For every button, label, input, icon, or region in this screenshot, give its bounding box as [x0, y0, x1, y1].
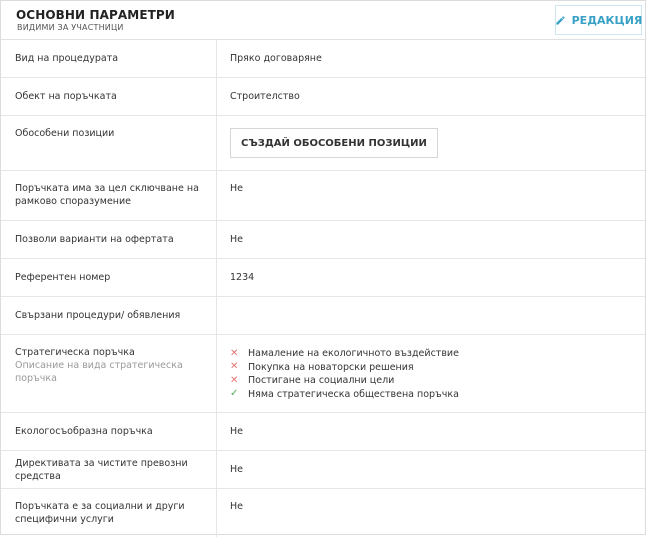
list-item-text: Покупка на новаторски решения [248, 361, 414, 373]
row-label: Директивата за чистите превозни средства [1, 451, 217, 488]
row-label: Стратегическа поръчка Описание на вида с… [1, 335, 217, 412]
strategic-list: ✕ Намаление на екологичното въздействие … [230, 347, 632, 401]
row-value: Не [230, 501, 243, 512]
row-reference: Референтен номер 1234 [1, 259, 645, 297]
cross-icon: ✕ [230, 347, 239, 359]
row-label: Позволи варианти на офертата [1, 221, 217, 258]
row-framework: Поръчката има за цел сключване на рамков… [1, 171, 645, 221]
row-value: СЪЗДАЙ ОБОСОБЕНИ ПОЗИЦИИ [217, 116, 645, 170]
row-label: Вид на процедурата [1, 40, 217, 77]
list-item-text: Постигане на социални цели [248, 375, 395, 387]
row-label: Референтен номер [1, 259, 217, 296]
row-separate-positions: Обособени позиции СЪЗДАЙ ОБОСОБЕНИ ПОЗИЦ… [1, 116, 645, 171]
row-subject: Обект на поръчката Строителство [1, 78, 645, 116]
row-value: Пряко договаряне [230, 53, 322, 64]
row-social: Поръчката е за социални и други специфич… [1, 489, 645, 537]
row-label: Свързани процедури/ обявления [1, 297, 217, 334]
row-value: Не [230, 464, 243, 475]
row-procedure-type: Вид на процедурата Пряко договаряне [1, 40, 645, 78]
panel-header: ОСНОВНИ ПАРАМЕТРИ ВИДИМИ ЗА УЧАСТНИЦИ РЕ… [1, 1, 645, 40]
list-item: ✕ Постигане на социални цели [230, 374, 632, 388]
row-label: Поръчката има за цел сключване на рамков… [1, 171, 217, 220]
panel-subtitle: ВИДИМИ ЗА УЧАСТНИЦИ [17, 23, 124, 32]
row-label: Екологосъобразна поръчка [1, 413, 217, 450]
cross-icon: ✕ [230, 374, 239, 386]
row-related: Свързани процедури/ обявления [1, 297, 645, 335]
row-value: Строителство [230, 91, 300, 102]
basic-parameters-panel: ОСНОВНИ ПАРАМЕТРИ ВИДИМИ ЗА УЧАСТНИЦИ РЕ… [0, 0, 646, 537]
row-value: Не [230, 183, 243, 194]
row-eco: Екологосъобразна поръчка Не [1, 413, 645, 451]
row-label: Обект на поръчката [1, 78, 217, 115]
list-item: ✕ Покупка на новаторски решения [230, 361, 632, 375]
list-item: ✕ Намаление на екологичното въздействие [230, 347, 632, 361]
edit-button[interactable]: РЕДАКЦИЯ [555, 5, 642, 35]
row-value [217, 297, 645, 334]
strategic-hint: Описание на вида стратегическа поръчка [15, 360, 183, 384]
row-label: Обособени позиции [1, 116, 217, 170]
row-value: Не [230, 426, 243, 437]
check-icon: ✓ [230, 388, 239, 400]
edit-button-label: РЕДАКЦИЯ [571, 13, 643, 27]
cross-icon: ✕ [230, 361, 239, 373]
row-value: ✕ Намаление на екологичното въздействие … [217, 335, 645, 412]
row-value: 1234 [230, 272, 255, 283]
list-item-text: Намаление на екологичното въздействие [248, 348, 459, 360]
row-label: Поръчката е за социални и други специфич… [1, 489, 217, 537]
list-item-text: Няма стратегическа обществена поръчка [248, 388, 459, 400]
row-clean-vehicles: Директивата за чистите превозни средства… [1, 451, 645, 489]
create-separate-positions-button[interactable]: СЪЗДАЙ ОБОСОБЕНИ ПОЗИЦИИ [230, 128, 438, 158]
strategic-label: Стратегическа поръчка [15, 347, 135, 358]
row-strategic: Стратегическа поръчка Описание на вида с… [1, 335, 645, 413]
row-value: Не [230, 234, 243, 245]
panel-title: ОСНОВНИ ПАРАМЕТРИ [16, 8, 175, 22]
pencil-icon [555, 15, 566, 26]
list-item: ✓ Няма стратегическа обществена поръчка [230, 388, 632, 402]
row-variants: Позволи варианти на офертата Не [1, 221, 645, 259]
